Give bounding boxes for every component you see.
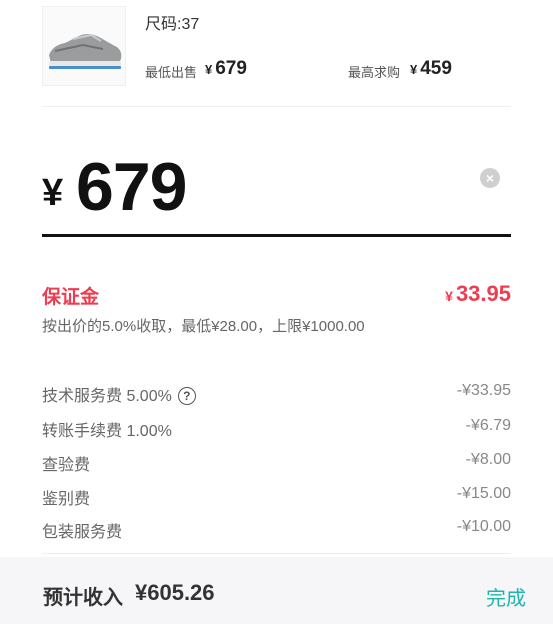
fee-row-service: 技术服务费 5.00%? -¥33.95 (42, 382, 511, 406)
bid-price-value[interactable]: 679 (76, 148, 187, 226)
fee-label-text: 技术服务费 5.00% (42, 388, 172, 405)
bid-currency-symbol: ¥ (42, 172, 64, 214)
currency-symbol: ¥ (205, 62, 213, 77)
sneaker-thumbnail (42, 6, 126, 86)
footer-bar: 预计收入 ¥605.26 完成 (0, 557, 553, 624)
fee-row-authentication: 鉴别费 -¥15.00 (42, 485, 511, 509)
clear-icon[interactable]: × (480, 168, 500, 188)
highest-bid-label: 最高求购 (348, 65, 401, 80)
currency-symbol: ¥ (410, 62, 418, 77)
lowest-ask-value: 679 (215, 58, 247, 79)
fee-value: -¥8.00 (465, 451, 511, 468)
fee-row-inspection: 查验费 -¥8.00 (42, 451, 511, 475)
lowest-ask-price: ¥679 (205, 58, 247, 80)
fee-label: 转账手续费 1.00% (42, 423, 172, 440)
fee-row-transfer: 转账手续费 1.00% -¥6.79 (42, 417, 511, 441)
deposit-amount-value: 33.95 (455, 281, 511, 306)
estimated-income-value: ¥605.26 (135, 580, 215, 605)
fee-value: -¥10.00 (456, 518, 511, 535)
done-button[interactable]: 完成 (486, 582, 526, 611)
lowest-ask-label: 最低出售 (145, 65, 198, 80)
fee-label: 包装服务费 (42, 524, 123, 541)
deposit-description: 按出价的5.0%收取，最低¥28.00，上限¥1000.00 (42, 318, 365, 335)
deposit-title: 保证金 (42, 287, 100, 308)
fee-label: 鉴别费 (42, 491, 91, 508)
currency-symbol: ¥ (445, 288, 453, 304)
fee-value: -¥15.00 (456, 485, 511, 502)
fee-label: 查验费 (42, 457, 91, 474)
sneaker-image (49, 33, 122, 69)
divider (42, 553, 511, 554)
help-icon[interactable]: ? (177, 387, 196, 405)
highest-bid-price: ¥459 (410, 58, 452, 80)
fee-value: -¥6.79 (465, 417, 511, 434)
fee-label: 技术服务费 5.00%? (42, 382, 196, 406)
bid-price-input[interactable]: ¥ 679 × (42, 146, 511, 237)
size-label: 尺码:37 (145, 16, 200, 33)
deposit-amount: ¥33.95 (445, 281, 511, 307)
highest-bid-value: 459 (420, 58, 452, 79)
product-summary: 尺码:37 最低出售 ¥679 最高求购 ¥459 (42, 0, 511, 107)
fee-value: -¥33.95 (456, 382, 511, 399)
estimated-income-label: 预计收入 (43, 587, 123, 609)
fee-row-packaging: 包装服务费 -¥10.00 (42, 518, 511, 542)
